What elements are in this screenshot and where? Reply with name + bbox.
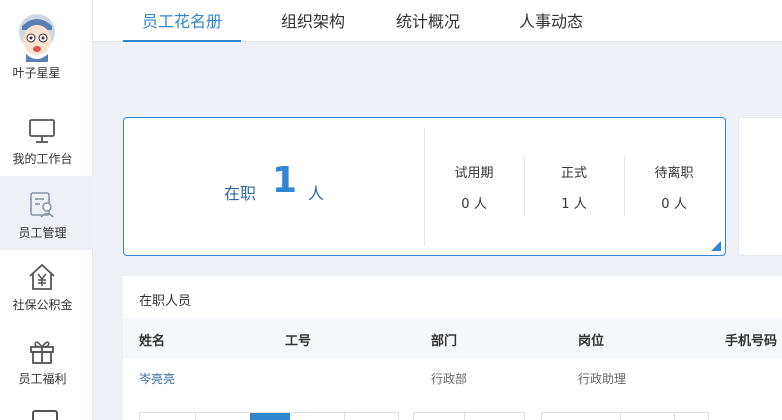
sidebar-item-label: 社保公积金 — [12, 298, 73, 312]
table-header: 姓名 工号 部门 岗位 手机号码 — [123, 318, 782, 358]
on-job-unit: 人 — [308, 184, 325, 203]
stat-label: 试用期 — [454, 166, 494, 181]
employee-name-link[interactable]: 岑亮亮 — [139, 370, 175, 387]
gift-icon — [30, 341, 54, 364]
secondary-stats-card[interactable] — [738, 117, 782, 256]
more-icon — [32, 410, 58, 420]
employee-position: 行政助理 — [578, 372, 627, 386]
sidebar-item-benefits[interactable]: 员工福利 — [0, 324, 93, 398]
tab-hr-events[interactable]: 人事动态 — [501, 0, 601, 42]
column-header-dept[interactable]: 部门 — [431, 330, 457, 349]
on-job-count: 1 — [272, 160, 298, 201]
house-yuan-icon — [29, 263, 55, 290]
stat-label: 待离职 — [654, 166, 694, 181]
monitor-icon — [29, 119, 55, 143]
stat-value: 0 人 — [661, 197, 687, 212]
panel-title: 在职人员 — [139, 294, 192, 309]
column-header-phone[interactable]: 手机号码 — [725, 330, 777, 349]
sidebar-item-label: 员工福利 — [18, 372, 67, 386]
on-job-label: 在职 — [224, 184, 257, 203]
column-header-id[interactable]: 工号 — [285, 330, 311, 349]
pagination-control[interactable] — [139, 412, 399, 420]
avatar[interactable] — [18, 12, 56, 62]
sidebar-item-label: 我的工作台 — [12, 152, 73, 166]
stat-label: 正式 — [560, 166, 587, 181]
stat-formal: 正式 1 人 — [524, 162, 624, 212]
selected-corner-marker — [711, 241, 721, 251]
staff-stats-card[interactable]: 在职 1 人 试用期 0 人 正式 1 人 待离职 0 人 — [123, 117, 726, 256]
sidebar-item-workbench[interactable]: 我的工作台 — [0, 104, 93, 178]
employee-badge-icon — [30, 192, 54, 218]
employee-dept: 行政部 — [431, 372, 468, 386]
stat-value: 0 人 — [461, 197, 487, 212]
on-job-summary: 在职 1 人 — [124, 118, 424, 255]
tab-roster[interactable]: 员工花名册 — [123, 0, 241, 42]
user-name: 叶子星星 — [12, 66, 61, 80]
sidebar-item-employee-management[interactable]: 员工管理 — [0, 176, 93, 250]
sidebar-item-label: 员工管理 — [18, 226, 67, 240]
stat-value: 1 人 — [561, 197, 587, 212]
sidebar-item-social-security[interactable]: 社保公积金 — [0, 250, 93, 324]
tab-statistics[interactable]: 统计概况 — [378, 0, 478, 42]
column-header-position[interactable]: 岗位 — [578, 330, 604, 349]
stat-probation: 试用期 0 人 — [424, 162, 524, 212]
stat-leaving: 待离职 0 人 — [624, 162, 724, 212]
column-header-name[interactable]: 姓名 — [139, 330, 165, 349]
employees-panel: 在职人员 姓名 工号 部门 岗位 手机号码 岑亮亮 行政部 行政助理 — [123, 276, 782, 420]
page-size-select[interactable] — [413, 412, 525, 420]
pagination-current-page[interactable] — [250, 413, 290, 420]
user-profile[interactable]: 叶子星星 — [0, 0, 93, 95]
tab-bar: 员工花名册 组织架构 统计概况 人事动态 — [93, 0, 782, 42]
jump-to-page[interactable] — [541, 412, 709, 420]
tab-org-structure[interactable]: 组织架构 — [263, 0, 363, 42]
sidebar: 叶子星星 我的工作台 员工管理 社保公积金 员工福利 — [0, 0, 93, 420]
